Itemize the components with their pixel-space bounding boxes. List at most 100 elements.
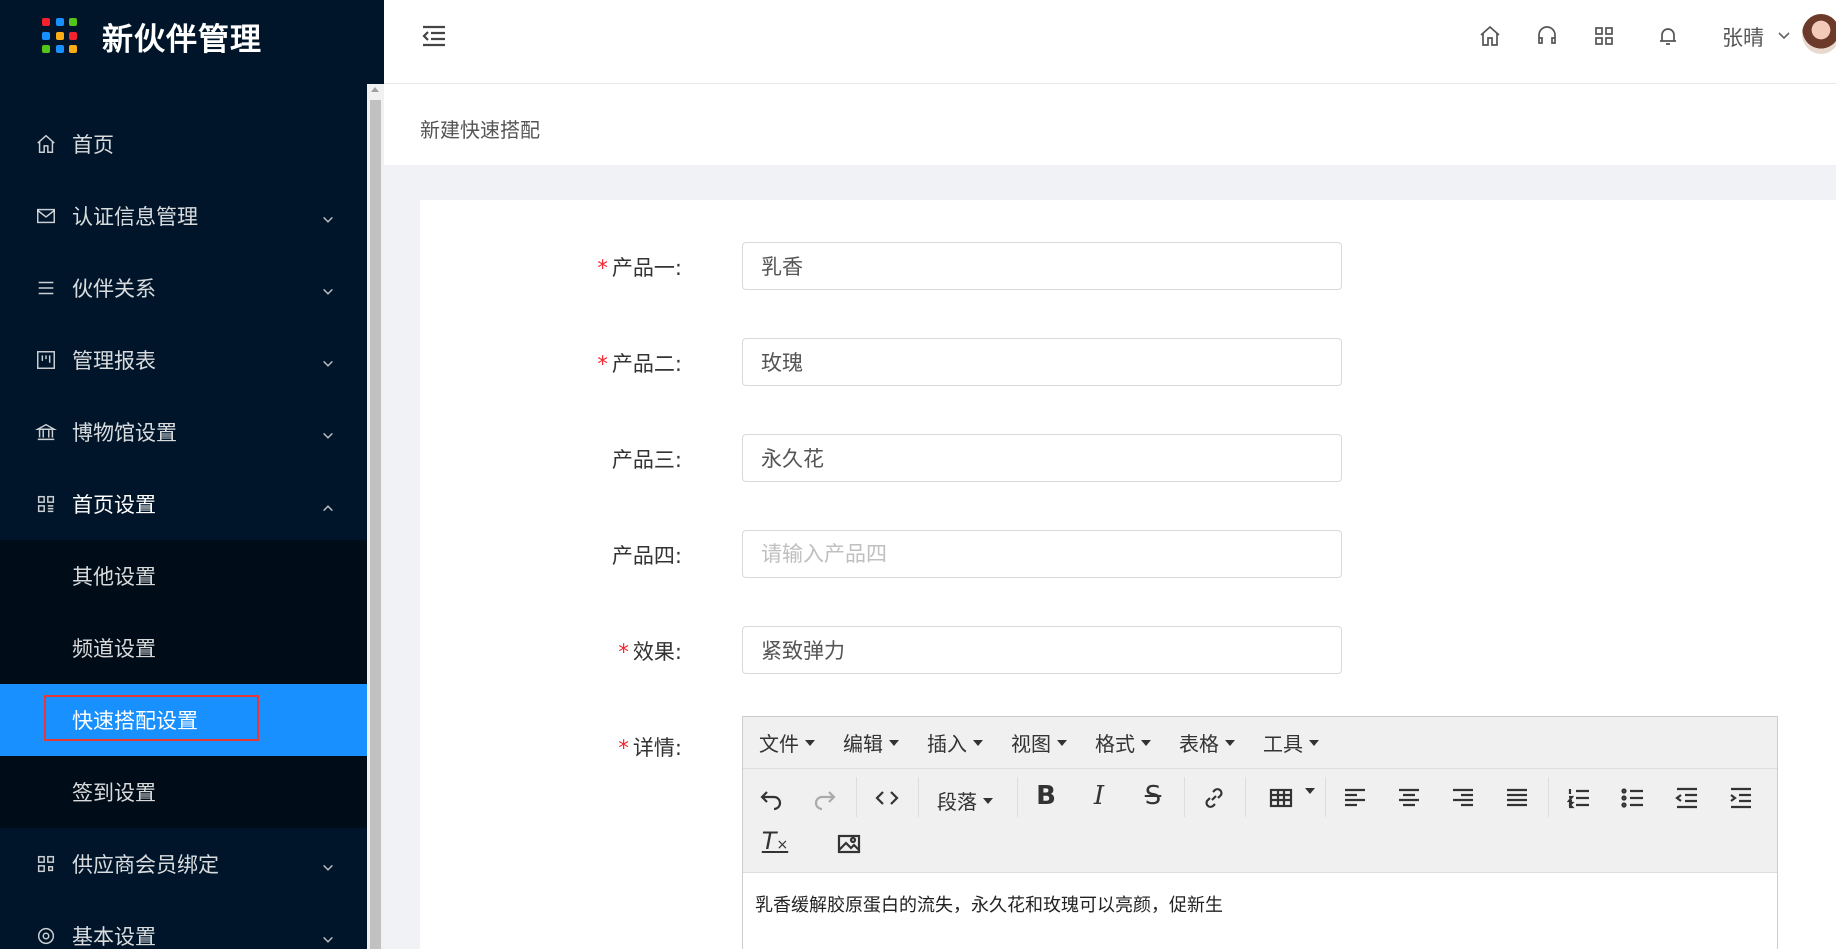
- chevron-down-icon: [321, 928, 337, 944]
- sidebar-item-label: 基本设置: [72, 925, 156, 949]
- app-title: 新伙伴管理: [102, 21, 262, 58]
- form-card: *产品一: *产品二: 产品三: 产品四: *效果: *详情: 文件 编辑 插入…: [420, 200, 1836, 949]
- sidebar-item-partners[interactable]: 伙伴关系: [0, 252, 367, 324]
- align-center-icon[interactable]: [1389, 778, 1429, 818]
- bank-icon: [34, 420, 58, 444]
- logo-dot: [55, 18, 64, 26]
- detail-label: * 详情:: [618, 736, 682, 760]
- form-row-product4: 产品四:: [420, 530, 1836, 578]
- outdent-icon[interactable]: [1667, 778, 1707, 818]
- setting-icon: [34, 924, 58, 948]
- editor-menu-format[interactable]: 格式: [1095, 728, 1151, 757]
- form-row-product2: * 产品二:: [420, 338, 1836, 386]
- product2-label: * 产品二:: [597, 352, 682, 376]
- sidebar-item-label: 快速搭配设置: [72, 709, 198, 733]
- ordered-list-icon[interactable]: [1559, 778, 1599, 818]
- editor-menu-file[interactable]: 文件: [759, 728, 815, 757]
- editor-menu-tools[interactable]: 工具: [1263, 728, 1319, 757]
- sidebar-item-channel-settings[interactable]: 频道设置: [0, 612, 367, 684]
- scroll-up-arrow-icon[interactable]: [371, 87, 379, 92]
- paragraph-format-select[interactable]: 段落: [937, 786, 993, 815]
- product4-label: 产品四:: [611, 544, 682, 568]
- chevron-down-icon: [321, 856, 337, 872]
- product4-input[interactable]: [742, 530, 1342, 578]
- sidebar: 新伙伴管理 首页 认证信息管理 伙伴关系 管理报表 博物馆设置 首页设置 其他设…: [0, 0, 384, 949]
- sidebar-item-other-settings[interactable]: 其他设置: [0, 540, 367, 612]
- caret-down-icon: [889, 739, 899, 746]
- logo-dot: [69, 45, 78, 54]
- avatar[interactable]: [1802, 14, 1836, 54]
- toolbar-separator: [1184, 777, 1185, 817]
- source-code-icon[interactable]: [867, 778, 907, 818]
- align-left-icon[interactable]: [1335, 778, 1375, 818]
- table-icon[interactable]: [1261, 778, 1301, 818]
- effect-label: * 效果:: [618, 640, 682, 664]
- sidebar-item-supplier-binding[interactable]: 供应商会员绑定: [0, 828, 367, 900]
- sidebar-item-homepage-settings[interactable]: 首页设置: [0, 468, 367, 540]
- sidebar-item-checkin-settings[interactable]: 签到设置: [0, 756, 367, 828]
- logo-dot: [42, 45, 50, 54]
- caret-down-icon: [805, 739, 815, 746]
- editor-menu-edit[interactable]: 编辑: [843, 728, 899, 757]
- required-mark: *: [618, 736, 629, 760]
- clear-format-icon[interactable]: T×: [755, 827, 795, 855]
- editor-menubar: 文件 编辑 插入 视图 格式 表格 工具: [743, 717, 1777, 769]
- chevron-up-icon: [321, 496, 337, 512]
- scrollbar-thumb[interactable]: [370, 100, 381, 949]
- indent-icon[interactable]: [1721, 778, 1761, 818]
- headset-icon[interactable]: [1535, 24, 1563, 52]
- toolbar-separator: [1548, 777, 1549, 817]
- sidebar-scrollbar[interactable]: [367, 84, 384, 949]
- required-mark: *: [597, 256, 608, 280]
- caret-down-icon: [983, 797, 993, 804]
- product2-input[interactable]: [742, 338, 1342, 386]
- editor-menu-table[interactable]: 表格: [1179, 728, 1235, 757]
- undo-icon[interactable]: [751, 778, 791, 818]
- redo-icon[interactable]: [805, 778, 845, 818]
- chevron-down-icon: [321, 424, 337, 440]
- sidebar-item-reports[interactable]: 管理报表: [0, 324, 367, 396]
- home-icon[interactable]: [1478, 24, 1506, 52]
- sidebar-menu: 首页 认证信息管理 伙伴关系 管理报表 博物馆设置 首页设置 其他设置 频道设置…: [0, 108, 367, 949]
- caret-down-icon: [1225, 739, 1235, 746]
- editor-menu-insert[interactable]: 插入: [927, 728, 983, 757]
- product3-input[interactable]: [742, 434, 1342, 482]
- table-dropdown[interactable]: [1299, 788, 1315, 794]
- sidebar-item-quick-match-settings[interactable]: 快速搭配设置: [0, 684, 367, 756]
- link-icon[interactable]: [1194, 778, 1234, 818]
- mail-icon: [34, 204, 58, 228]
- italic-icon[interactable]: I: [1079, 781, 1119, 811]
- sidebar-item-home[interactable]: 首页: [0, 108, 367, 180]
- bullet-list-icon[interactable]: [1613, 778, 1653, 818]
- sidebar-item-basic-settings[interactable]: 基本设置: [0, 900, 367, 949]
- align-right-icon[interactable]: [1443, 778, 1483, 818]
- form-row-product3: 产品三:: [420, 434, 1836, 482]
- required-mark: *: [618, 640, 629, 664]
- sidebar-item-label: 供应商会员绑定: [72, 853, 219, 877]
- image-icon[interactable]: [829, 824, 869, 864]
- menu-fold-icon[interactable]: [420, 22, 450, 52]
- bell-icon[interactable]: [1656, 24, 1684, 52]
- toolbar-separator: [918, 777, 919, 817]
- form-row-effect: * 效果:: [420, 626, 1836, 674]
- sidebar-item-label: 频道设置: [72, 637, 156, 661]
- product1-input[interactable]: [742, 242, 1342, 290]
- form-row-product1: * 产品一:: [420, 242, 1836, 290]
- product1-label: * 产品一:: [597, 256, 682, 280]
- editor-content[interactable]: 乳香缓解胶原蛋白的流失，永久花和玫瑰可以亮颜，促新生: [743, 873, 1777, 935]
- editor-menu-view[interactable]: 视图: [1011, 728, 1067, 757]
- align-justify-icon[interactable]: [1497, 778, 1537, 818]
- sidebar-item-museum[interactable]: 博物馆设置: [0, 396, 367, 468]
- user-name[interactable]: 张晴: [1722, 22, 1764, 52]
- effect-input[interactable]: [742, 626, 1342, 674]
- bold-icon[interactable]: B: [1026, 781, 1066, 811]
- strikethrough-icon[interactable]: S: [1133, 781, 1173, 811]
- sidebar-item-auth-info[interactable]: 认证信息管理: [0, 180, 367, 252]
- chevron-down-icon: [321, 208, 337, 224]
- chevron-down-icon[interactable]: [1777, 28, 1791, 47]
- sidebar-item-label: 管理报表: [72, 349, 156, 373]
- appstore-icon[interactable]: [1592, 24, 1620, 52]
- qrcode-icon: [34, 852, 58, 876]
- logo[interactable]: 新伙伴管理: [0, 0, 384, 72]
- sidebar-item-label: 其他设置: [72, 565, 156, 589]
